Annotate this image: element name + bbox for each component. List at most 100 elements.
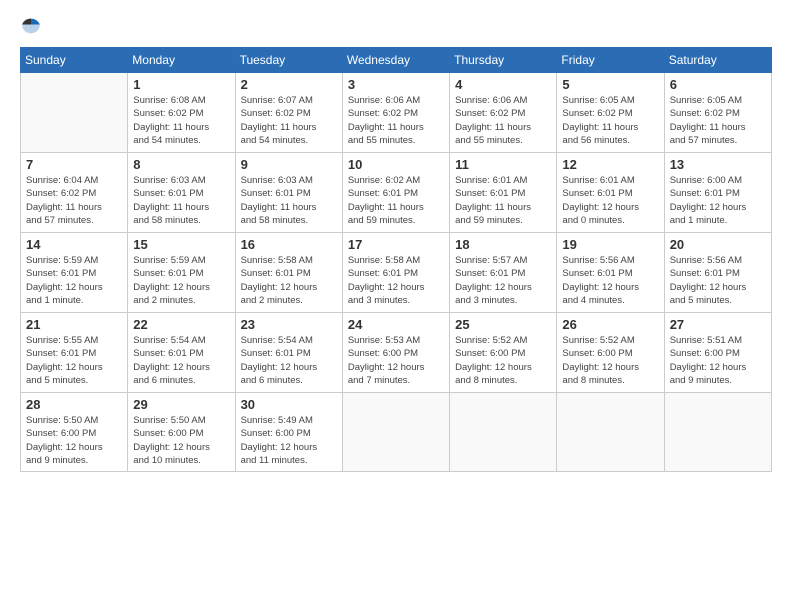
day-number: 25 xyxy=(455,317,551,332)
day-info: Sunrise: 6:03 AMSunset: 6:01 PMDaylight:… xyxy=(133,174,229,227)
day-info: Sunrise: 6:01 AMSunset: 6:01 PMDaylight:… xyxy=(455,174,551,227)
day-number: 28 xyxy=(26,397,122,412)
day-number: 12 xyxy=(562,157,658,172)
day-number: 11 xyxy=(455,157,551,172)
calendar-cell: 29 Sunrise: 5:50 AMSunset: 6:00 PMDayligh… xyxy=(128,393,235,472)
day-number: 20 xyxy=(670,237,766,252)
day-number: 7 xyxy=(26,157,122,172)
calendar-cell: 16 Sunrise: 5:58 AMSunset: 6:01 PMDayligh… xyxy=(235,233,342,313)
day-header-sunday: Sunday xyxy=(21,48,128,73)
day-header-saturday: Saturday xyxy=(664,48,771,73)
day-number: 17 xyxy=(348,237,444,252)
calendar-cell: 10 Sunrise: 6:02 AMSunset: 6:01 PMDayligh… xyxy=(342,153,449,233)
day-header-tuesday: Tuesday xyxy=(235,48,342,73)
day-info: Sunrise: 6:06 AMSunset: 6:02 PMDaylight:… xyxy=(455,94,551,147)
calendar-cell xyxy=(450,393,557,472)
day-info: Sunrise: 5:50 AMSunset: 6:00 PMDaylight:… xyxy=(26,414,122,467)
calendar-cell: 19 Sunrise: 5:56 AMSunset: 6:01 PMDayligh… xyxy=(557,233,664,313)
calendar-cell: 21 Sunrise: 5:55 AMSunset: 6:01 PMDayligh… xyxy=(21,313,128,393)
day-header-thursday: Thursday xyxy=(450,48,557,73)
day-number: 18 xyxy=(455,237,551,252)
calendar-cell: 1 Sunrise: 6:08 AMSunset: 6:02 PMDaylight… xyxy=(128,73,235,153)
calendar-cell xyxy=(342,393,449,472)
header xyxy=(20,15,772,37)
day-info: Sunrise: 5:57 AMSunset: 6:01 PMDaylight:… xyxy=(455,254,551,307)
calendar-cell: 26 Sunrise: 5:52 AMSunset: 6:00 PMDayligh… xyxy=(557,313,664,393)
day-info: Sunrise: 6:00 AMSunset: 6:01 PMDaylight:… xyxy=(670,174,766,227)
day-number: 5 xyxy=(562,77,658,92)
calendar-cell: 15 Sunrise: 5:59 AMSunset: 6:01 PMDayligh… xyxy=(128,233,235,313)
calendar-cell: 11 Sunrise: 6:01 AMSunset: 6:01 PMDayligh… xyxy=(450,153,557,233)
day-info: Sunrise: 5:54 AMSunset: 6:01 PMDaylight:… xyxy=(241,334,337,387)
day-number: 3 xyxy=(348,77,444,92)
day-info: Sunrise: 5:50 AMSunset: 6:00 PMDaylight:… xyxy=(133,414,229,467)
day-info: Sunrise: 6:07 AMSunset: 6:02 PMDaylight:… xyxy=(241,94,337,147)
day-info: Sunrise: 5:52 AMSunset: 6:00 PMDaylight:… xyxy=(562,334,658,387)
day-number: 8 xyxy=(133,157,229,172)
calendar-cell xyxy=(557,393,664,472)
day-number: 9 xyxy=(241,157,337,172)
calendar-cell: 20 Sunrise: 5:56 AMSunset: 6:01 PMDayligh… xyxy=(664,233,771,313)
day-info: Sunrise: 5:58 AMSunset: 6:01 PMDaylight:… xyxy=(241,254,337,307)
calendar-cell: 23 Sunrise: 5:54 AMSunset: 6:01 PMDayligh… xyxy=(235,313,342,393)
day-number: 19 xyxy=(562,237,658,252)
day-info: Sunrise: 5:58 AMSunset: 6:01 PMDaylight:… xyxy=(348,254,444,307)
day-info: Sunrise: 5:59 AMSunset: 6:01 PMDaylight:… xyxy=(26,254,122,307)
calendar-cell: 27 Sunrise: 5:51 AMSunset: 6:00 PMDayligh… xyxy=(664,313,771,393)
calendar-cell: 4 Sunrise: 6:06 AMSunset: 6:02 PMDaylight… xyxy=(450,73,557,153)
day-number: 23 xyxy=(241,317,337,332)
calendar-cell: 13 Sunrise: 6:00 AMSunset: 6:01 PMDayligh… xyxy=(664,153,771,233)
calendar-cell: 9 Sunrise: 6:03 AMSunset: 6:01 PMDaylight… xyxy=(235,153,342,233)
calendar-week-row: 1 Sunrise: 6:08 AMSunset: 6:02 PMDaylight… xyxy=(21,73,772,153)
day-info: Sunrise: 6:01 AMSunset: 6:01 PMDaylight:… xyxy=(562,174,658,227)
day-info: Sunrise: 6:08 AMSunset: 6:02 PMDaylight:… xyxy=(133,94,229,147)
calendar-header-row: SundayMondayTuesdayWednesdayThursdayFrid… xyxy=(21,48,772,73)
calendar-cell: 8 Sunrise: 6:03 AMSunset: 6:01 PMDaylight… xyxy=(128,153,235,233)
day-number: 27 xyxy=(670,317,766,332)
calendar-table: SundayMondayTuesdayWednesdayThursdayFrid… xyxy=(20,47,772,472)
day-number: 14 xyxy=(26,237,122,252)
day-number: 24 xyxy=(348,317,444,332)
calendar-week-row: 21 Sunrise: 5:55 AMSunset: 6:01 PMDayligh… xyxy=(21,313,772,393)
calendar-cell: 7 Sunrise: 6:04 AMSunset: 6:02 PMDaylight… xyxy=(21,153,128,233)
day-number: 30 xyxy=(241,397,337,412)
calendar-cell: 28 Sunrise: 5:50 AMSunset: 6:00 PMDayligh… xyxy=(21,393,128,472)
calendar-cell: 30 Sunrise: 5:49 AMSunset: 6:00 PMDayligh… xyxy=(235,393,342,472)
day-number: 29 xyxy=(133,397,229,412)
day-info: Sunrise: 5:52 AMSunset: 6:00 PMDaylight:… xyxy=(455,334,551,387)
day-number: 26 xyxy=(562,317,658,332)
day-header-wednesday: Wednesday xyxy=(342,48,449,73)
logo xyxy=(20,15,46,37)
calendar-cell: 12 Sunrise: 6:01 AMSunset: 6:01 PMDayligh… xyxy=(557,153,664,233)
day-number: 13 xyxy=(670,157,766,172)
day-number: 4 xyxy=(455,77,551,92)
day-number: 1 xyxy=(133,77,229,92)
calendar-week-row: 14 Sunrise: 5:59 AMSunset: 6:01 PMDayligh… xyxy=(21,233,772,313)
day-info: Sunrise: 5:55 AMSunset: 6:01 PMDaylight:… xyxy=(26,334,122,387)
calendar-cell xyxy=(21,73,128,153)
day-number: 21 xyxy=(26,317,122,332)
calendar-cell: 24 Sunrise: 5:53 AMSunset: 6:00 PMDayligh… xyxy=(342,313,449,393)
day-number: 6 xyxy=(670,77,766,92)
day-header-friday: Friday xyxy=(557,48,664,73)
calendar-cell: 3Sunrise: 6:06 AMSunset: 6:02 PMDaylight… xyxy=(342,73,449,153)
day-info: Sunrise: 6:02 AMSunset: 6:01 PMDaylight:… xyxy=(348,174,444,227)
calendar-cell: 5Sunrise: 6:05 AMSunset: 6:02 PMDaylight… xyxy=(557,73,664,153)
day-info: Sunrise: 5:56 AMSunset: 6:01 PMDaylight:… xyxy=(670,254,766,307)
calendar-cell: 25 Sunrise: 5:52 AMSunset: 6:00 PMDayligh… xyxy=(450,313,557,393)
day-info: Sunrise: 6:04 AMSunset: 6:02 PMDaylight:… xyxy=(26,174,122,227)
day-info: Sunrise: 6:03 AMSunset: 6:01 PMDaylight:… xyxy=(241,174,337,227)
calendar-cell: 2Sunrise: 6:07 AMSunset: 6:02 PMDaylight… xyxy=(235,73,342,153)
day-info: Sunrise: 5:59 AMSunset: 6:01 PMDaylight:… xyxy=(133,254,229,307)
day-number: 16 xyxy=(241,237,337,252)
day-info: Sunrise: 5:49 AMSunset: 6:00 PMDaylight:… xyxy=(241,414,337,467)
day-info: Sunrise: 5:53 AMSunset: 6:00 PMDaylight:… xyxy=(348,334,444,387)
day-info: Sunrise: 5:51 AMSunset: 6:00 PMDaylight:… xyxy=(670,334,766,387)
day-number: 15 xyxy=(133,237,229,252)
calendar-cell: 6Sunrise: 6:05 AMSunset: 6:02 PMDaylight… xyxy=(664,73,771,153)
day-number: 10 xyxy=(348,157,444,172)
calendar-cell: 14 Sunrise: 5:59 AMSunset: 6:01 PMDayligh… xyxy=(21,233,128,313)
calendar-cell xyxy=(664,393,771,472)
day-info: Sunrise: 5:56 AMSunset: 6:01 PMDaylight:… xyxy=(562,254,658,307)
calendar-cell: 22Sunrise: 5:54 AMSunset: 6:01 PMDayligh… xyxy=(128,313,235,393)
